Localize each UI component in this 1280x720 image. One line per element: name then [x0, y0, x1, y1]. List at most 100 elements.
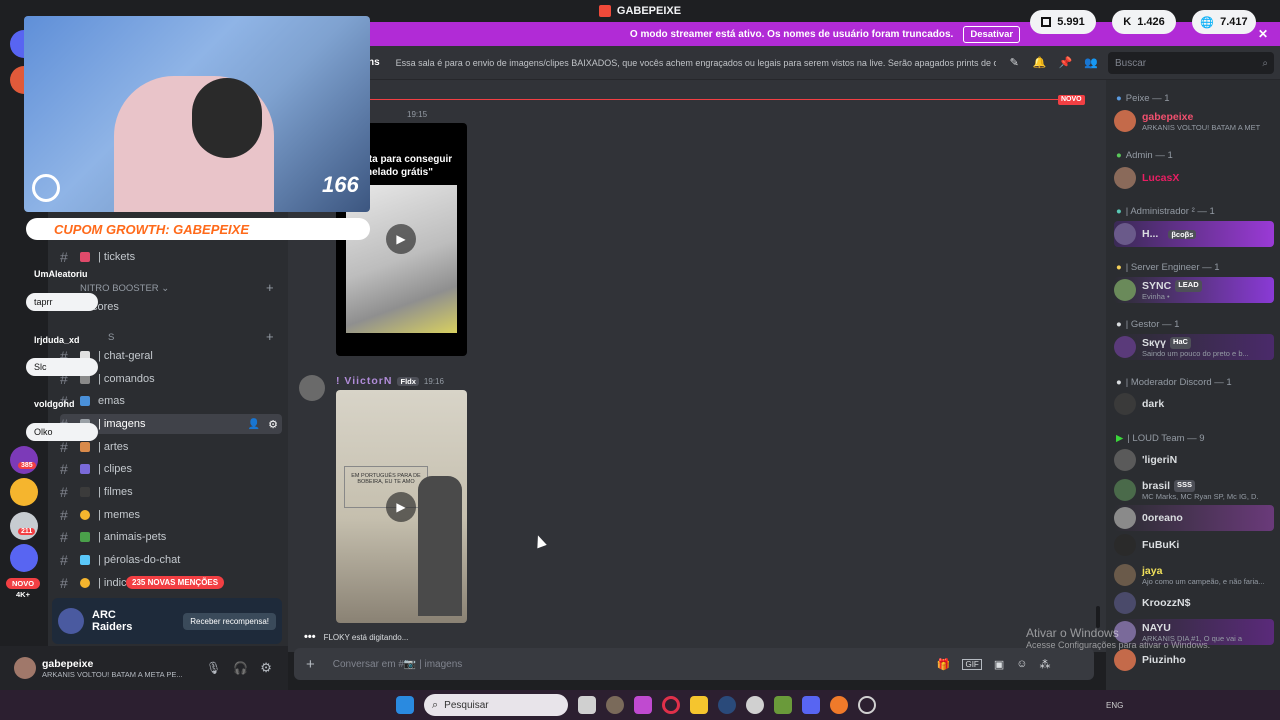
member-item[interactable]: FuBuKi: [1114, 532, 1274, 558]
member-item[interactable]: Piuzinho: [1114, 647, 1274, 673]
new-mentions-pill[interactable]: 235 NOVAS MENÇÕES: [126, 576, 225, 589]
chat-scrollbar[interactable]: [1096, 606, 1100, 628]
message-author[interactable]: ! ViictorN: [336, 375, 392, 387]
member-item[interactable]: Sкүү HaC Saindo um pouco do preto e b...: [1114, 334, 1274, 360]
language-indicator[interactable]: ENG: [1106, 701, 1123, 710]
cloud-icon[interactable]: [830, 696, 848, 714]
user-info[interactable]: gabepeixe ARKANIS VOLTOU! BATAM A META P…: [42, 658, 192, 679]
member-item[interactable]: SYNC LEAD Evinha •: [1114, 277, 1274, 303]
obs-icon[interactable]: [858, 696, 876, 714]
add-channel-icon[interactable]: +: [266, 280, 274, 295]
discord-icon[interactable]: [802, 696, 820, 714]
app-icon[interactable]: [774, 696, 792, 714]
avatar: [1114, 279, 1136, 301]
member-item[interactable]: H... βcoβs: [1114, 221, 1274, 247]
role-title: | Gestor — 1: [1125, 319, 1180, 330]
member-tag: βcoβs: [1168, 229, 1197, 239]
search-icon: ⌕: [1262, 57, 1268, 69]
twitch-viewers-badge: 5.991: [1030, 10, 1096, 34]
folder-icon[interactable]: [690, 696, 708, 714]
play-icon[interactable]: ▶: [386, 492, 416, 522]
add-channel-icon[interactable]: +: [266, 329, 274, 344]
emoji-icon[interactable]: ☺: [1016, 658, 1027, 670]
headphones-icon[interactable]: 🎧: [233, 661, 248, 675]
member-name: FuBuKi: [1142, 539, 1180, 551]
invite-icon[interactable]: 👤: [248, 419, 260, 430]
search-placeholder: Buscar: [1115, 57, 1147, 69]
members-icon[interactable]: 👥: [1084, 56, 1098, 69]
channel-item[interactable]: # | animais-pets: [60, 527, 282, 547]
app-icon[interactable]: [606, 696, 624, 714]
role-icon: ●: [1116, 319, 1122, 330]
microphone-icon[interactable]: 🎙: [206, 661, 221, 675]
disable-streamer-mode-button[interactable]: Desativar: [963, 25, 1021, 43]
composer-placeholder: Conversar em #📷 | imagens: [332, 658, 463, 670]
member-status: Ajo como um campeão, e não faria...: [1142, 576, 1265, 586]
member-item[interactable]: 0oreano: [1114, 505, 1274, 531]
opera-icon[interactable]: [662, 696, 680, 714]
category-header[interactable]: NITRO BOOSTER ⌄: [80, 283, 169, 294]
bell-icon[interactable]: 🔔: [1033, 56, 1047, 69]
close-icon[interactable]: ✕: [1258, 27, 1268, 41]
category-header[interactable]: S: [108, 332, 114, 343]
avatar: [1114, 110, 1136, 132]
claim-reward-button[interactable]: Receber recompensa!: [183, 612, 276, 630]
channel-item[interactable]: # | pérolas-do-chat: [60, 550, 282, 570]
channel-emoji-icon: [80, 252, 90, 262]
avatar[interactable]: [14, 657, 36, 679]
play-icon[interactable]: ▶: [386, 224, 416, 254]
member-item[interactable]: KroozzN$: [1114, 590, 1274, 616]
message-composer[interactable]: + Conversar em #📷 | imagens 🎁 GIF ▣ ☺ ⁂: [294, 648, 1094, 680]
task-view-icon[interactable]: [578, 696, 596, 714]
steam-icon[interactable]: [718, 696, 736, 714]
member-item[interactable]: gabepeixe ARKANIS VOLTOU! BATAM A MET: [1114, 108, 1274, 134]
apps-icon[interactable]: ⁂: [1039, 658, 1050, 671]
avatar[interactable]: [299, 375, 325, 401]
member-name: 0oreano: [1142, 512, 1183, 524]
server-icon[interactable]: [10, 446, 38, 474]
windows-taskbar: ⌕ Pesquisar ENG: [0, 690, 1280, 720]
member-item[interactable]: LucasX: [1114, 165, 1274, 191]
hash-icon: #: [60, 552, 68, 568]
windows-start-icon[interactable]: [396, 696, 414, 714]
server-icon[interactable]: [10, 544, 38, 572]
threads-icon[interactable]: ✎: [1010, 56, 1019, 69]
member-item[interactable]: brasil SSS MC Marks, MC Ryan SP, Mc IG, D.: [1114, 477, 1274, 503]
add-attachment-icon[interactable]: +: [306, 656, 315, 673]
hash-icon: #: [60, 484, 68, 500]
view-counter: 166: [322, 172, 359, 197]
settings-gear-icon[interactable]: ⚙: [260, 660, 272, 676]
sticker-icon[interactable]: ▣: [994, 658, 1004, 671]
member-item[interactable]: dark: [1114, 391, 1274, 417]
server-icon[interactable]: [10, 478, 38, 506]
taskbar-search[interactable]: ⌕ Pesquisar: [424, 694, 568, 716]
channel-item[interactable]: # | artes: [60, 437, 282, 457]
server-icon[interactable]: [10, 512, 38, 540]
gif-icon[interactable]: GIF: [962, 658, 982, 670]
channel-item[interactable]: # | tickets: [60, 247, 282, 267]
gift-icon[interactable]: 🎁: [937, 658, 951, 671]
channel-item[interactable]: # | clipes: [60, 459, 282, 479]
channel-item[interactable]: cores: [92, 297, 192, 317]
role-title: Admin — 1: [1125, 150, 1173, 161]
copilot-icon[interactable]: [634, 696, 652, 714]
watermark-subtitle: Acesse Configurações para ativar o Windo…: [1026, 640, 1211, 650]
channel-topic[interactable]: Essa sala é para o envio de imagens/clip…: [396, 58, 996, 68]
member-item[interactable]: jaya Ajo como um campeão, e não faria...: [1114, 562, 1274, 588]
avatar: [1114, 592, 1136, 614]
timer-icon: [32, 174, 60, 202]
channel-item[interactable]: # | filmes: [60, 482, 282, 502]
video-attachment[interactable]: EM PORTUGUÊS PARA DE BOBEIRA, EU TE AMO …: [336, 390, 467, 623]
channel-item[interactable]: # | memes: [60, 505, 282, 525]
pin-icon[interactable]: 📌: [1059, 56, 1073, 69]
channel-item[interactable]: # emas: [60, 391, 282, 411]
search-icon: ⌕: [432, 698, 439, 711]
avatar: [1114, 223, 1136, 245]
search-input[interactable]: Buscar ⌕: [1108, 52, 1274, 74]
streamer-head: [192, 78, 262, 158]
channel-name: | clipes: [98, 463, 133, 475]
member-item[interactable]: 'ligeriN: [1114, 447, 1274, 473]
twitch-viewers-count: 5.991: [1057, 16, 1085, 28]
app-icon[interactable]: [746, 696, 764, 714]
gear-icon[interactable]: ⚙: [268, 418, 278, 431]
